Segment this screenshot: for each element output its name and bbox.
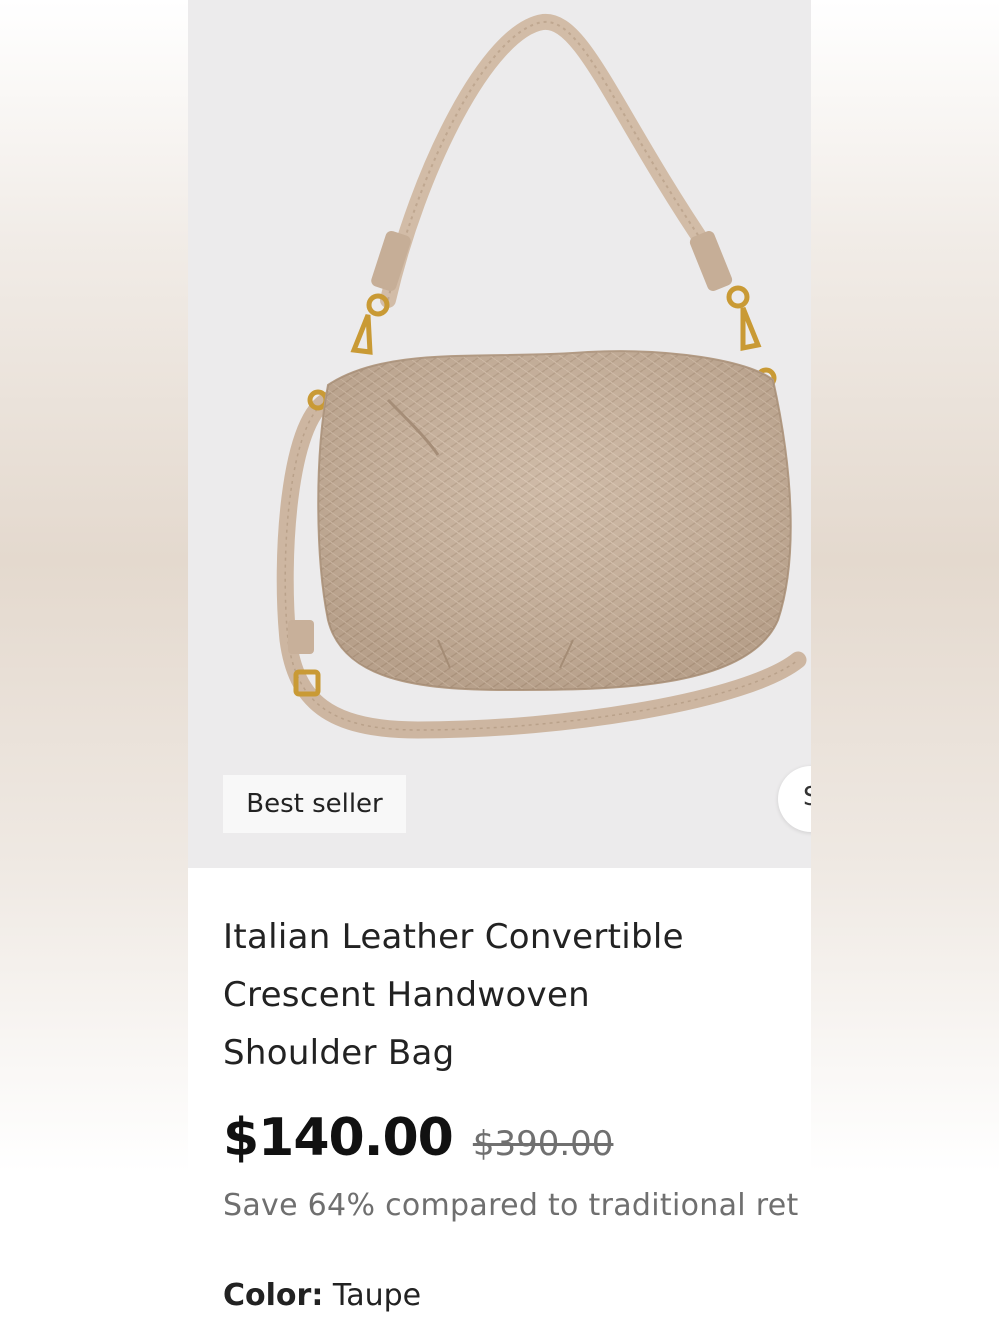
product-card: Best seller S Italian Leather Convertibl… bbox=[188, 0, 811, 1333]
best-seller-badge: Best seller bbox=[223, 775, 406, 833]
original-price: $390.00 bbox=[472, 1124, 614, 1164]
next-image-glyph: S bbox=[803, 782, 811, 812]
product-title-line: Shoulder Bag bbox=[223, 1033, 455, 1073]
product-image[interactable]: Best seller S bbox=[188, 0, 811, 868]
savings-text: Save 64% compared to traditional ret bbox=[223, 1188, 799, 1223]
sale-price: $140.00 bbox=[223, 1108, 454, 1168]
product-title: Italian Leather Convertible Crescent Han… bbox=[223, 908, 763, 1082]
shoulder-bag-image bbox=[276, 13, 807, 739]
color-value: Taupe bbox=[332, 1278, 422, 1313]
product-title-line: Crescent Handwoven bbox=[223, 975, 591, 1015]
blurred-background-left bbox=[0, 0, 188, 1333]
color-selector-label: Color: Taupe bbox=[223, 1278, 421, 1313]
price-row: $140.00 $390.00 bbox=[223, 1108, 613, 1174]
product-title-line: Italian Leather Convertible bbox=[223, 917, 684, 957]
color-label: Color: bbox=[223, 1278, 324, 1313]
blurred-background-right bbox=[811, 0, 999, 1333]
